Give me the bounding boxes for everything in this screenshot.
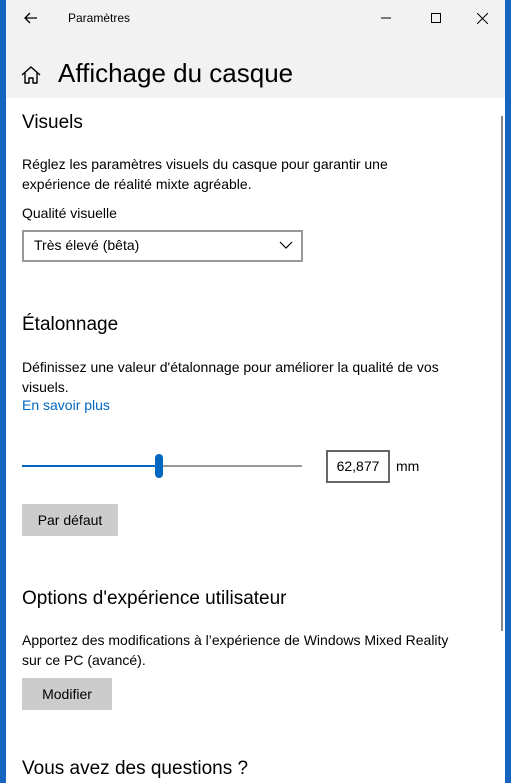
section-title-calibration: Étalonnage [22, 314, 119, 335]
settings-window: Paramètres Affichage du casque Visuels R… [6, 0, 505, 783]
settings-content: Visuels Réglez les paramètres visuels du… [6, 98, 505, 783]
scrollbar[interactable] [501, 116, 503, 631]
learn-more-link[interactable]: En savoir plus [22, 397, 110, 413]
home-icon[interactable] [20, 64, 42, 86]
calibration-unit: mm [396, 458, 420, 474]
chevron-down-icon [279, 241, 293, 249]
maximize-icon [431, 13, 441, 23]
slider-track-filled [22, 465, 159, 467]
section-title-user-experience: Options d'expérience utilisateur [22, 588, 287, 609]
section-title-visuals: Visuels [22, 112, 83, 133]
slider-thumb[interactable] [155, 454, 163, 478]
calibration-value-input[interactable]: 62,877 [326, 450, 390, 483]
back-button[interactable] [16, 6, 46, 30]
default-button[interactable]: Par défaut [22, 504, 118, 536]
calibration-slider[interactable] [22, 451, 302, 481]
page-title: Affichage du casque [58, 58, 294, 88]
maximize-button[interactable] [413, 0, 459, 36]
user-experience-description: Apportez des modifications à l’expérienc… [22, 632, 449, 668]
back-arrow-icon [24, 12, 37, 24]
close-icon [476, 12, 488, 24]
modify-button[interactable]: Modifier [22, 678, 112, 710]
page-header: Affichage du casque [6, 52, 505, 98]
close-button[interactable] [459, 0, 505, 36]
slider-track-remaining [159, 465, 302, 467]
visual-quality-label: Qualité visuelle [22, 205, 117, 221]
calibration-description: Définissez une valeur d'étalonnage pour … [22, 359, 439, 395]
visual-quality-value: Très élevé (bêta) [34, 237, 140, 253]
window-title: Paramètres [68, 11, 131, 25]
minimize-button[interactable] [363, 0, 409, 36]
visuals-description: Réglez les paramètres visuels du casque … [22, 156, 388, 192]
visual-quality-dropdown[interactable]: Très élevé (bêta) [22, 230, 303, 262]
title-bar: Paramètres [6, 0, 505, 38]
minimize-icon [381, 17, 391, 19]
section-title-questions: Vous avez des questions ? [22, 758, 249, 779]
